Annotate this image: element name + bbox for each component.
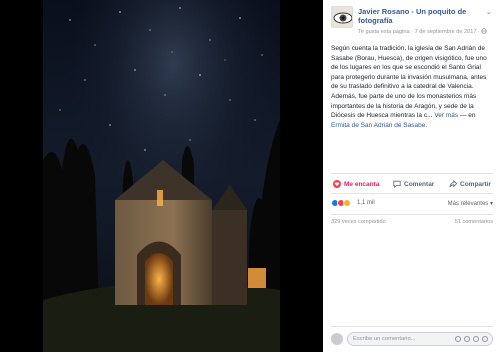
- page-avatar[interactable]: [331, 6, 353, 28]
- post-body: Según cuenta la tradición, la iglesia de…: [331, 44, 494, 130]
- heart-icon: [333, 180, 341, 188]
- place-end: .: [425, 121, 428, 129]
- see-more-link[interactable]: Ver más: [434, 112, 458, 119]
- comment-icon: [393, 180, 401, 188]
- share-icon: [449, 180, 457, 188]
- camera-icon[interactable]: [464, 336, 470, 342]
- post-meta: Te gusta esta página · 7 de septiembre d…: [358, 28, 498, 35]
- comment-placeholder: Escribe un comentario...: [353, 336, 416, 342]
- post-stats: 329 veces compartido 51 comentarios: [331, 219, 493, 229]
- comment-input[interactable]: Escribe un comentario...: [347, 332, 493, 346]
- emoji-icon[interactable]: [455, 336, 461, 342]
- divider: [331, 193, 493, 194]
- reaction-icons: [331, 199, 351, 207]
- love-reaction-button[interactable]: Me encanta: [333, 178, 379, 190]
- divider: [331, 326, 493, 327]
- comments-count[interactable]: 51 comentarios: [455, 219, 493, 225]
- comment-composer: Escribe un comentario...: [331, 332, 493, 346]
- action-bar: Me encanta Comentar Compartir: [331, 176, 493, 192]
- post-details-panel: Javier Rosano - Un poquito de fotografía…: [323, 0, 500, 352]
- post-meta-text: Te gusta esta página · 7 de septiembre d…: [358, 29, 482, 35]
- wow-reaction-icon: [343, 199, 351, 207]
- page-name-link[interactable]: Javier Rosano - Un poquito de fotografía: [358, 7, 490, 25]
- sticker-icon[interactable]: [482, 336, 488, 342]
- comment-label: Comentar: [404, 180, 435, 188]
- eye-logo-icon: [333, 12, 352, 24]
- post-header: Javier Rosano - Un poquito de fotografía…: [331, 6, 496, 40]
- comment-button[interactable]: Comentar: [393, 178, 434, 190]
- reactions-summary[interactable]: 1,1 mil Más relevantes ▾: [331, 198, 493, 210]
- chevron-down-icon[interactable]: ⌄: [484, 8, 494, 16]
- love-label: Me encanta: [344, 180, 380, 188]
- relevance-dropdown[interactable]: Más relevantes ▾: [448, 200, 493, 207]
- church-night-photo: [43, 0, 280, 352]
- photo-viewer[interactable]: [0, 0, 323, 352]
- shares-count[interactable]: 329 veces compartido: [331, 219, 386, 225]
- share-button[interactable]: Compartir: [449, 178, 491, 190]
- user-avatar: [331, 333, 343, 345]
- reaction-count: 1,1 mil: [357, 200, 375, 206]
- composer-icons: [455, 336, 488, 342]
- facebook-photo-viewer: Javier Rosano - Un poquito de fotografía…: [0, 0, 500, 352]
- place-link[interactable]: Ermita de San Adrián de Sasabe: [331, 122, 425, 129]
- divider: [331, 214, 493, 215]
- post-text-main: Según cuenta la tradición, la iglesia de…: [331, 45, 487, 120]
- location-separator: — en: [458, 112, 476, 120]
- globe-icon: [481, 28, 488, 34]
- share-label: Compartir: [460, 180, 492, 188]
- divider: [331, 173, 493, 174]
- gif-icon[interactable]: [473, 336, 479, 342]
